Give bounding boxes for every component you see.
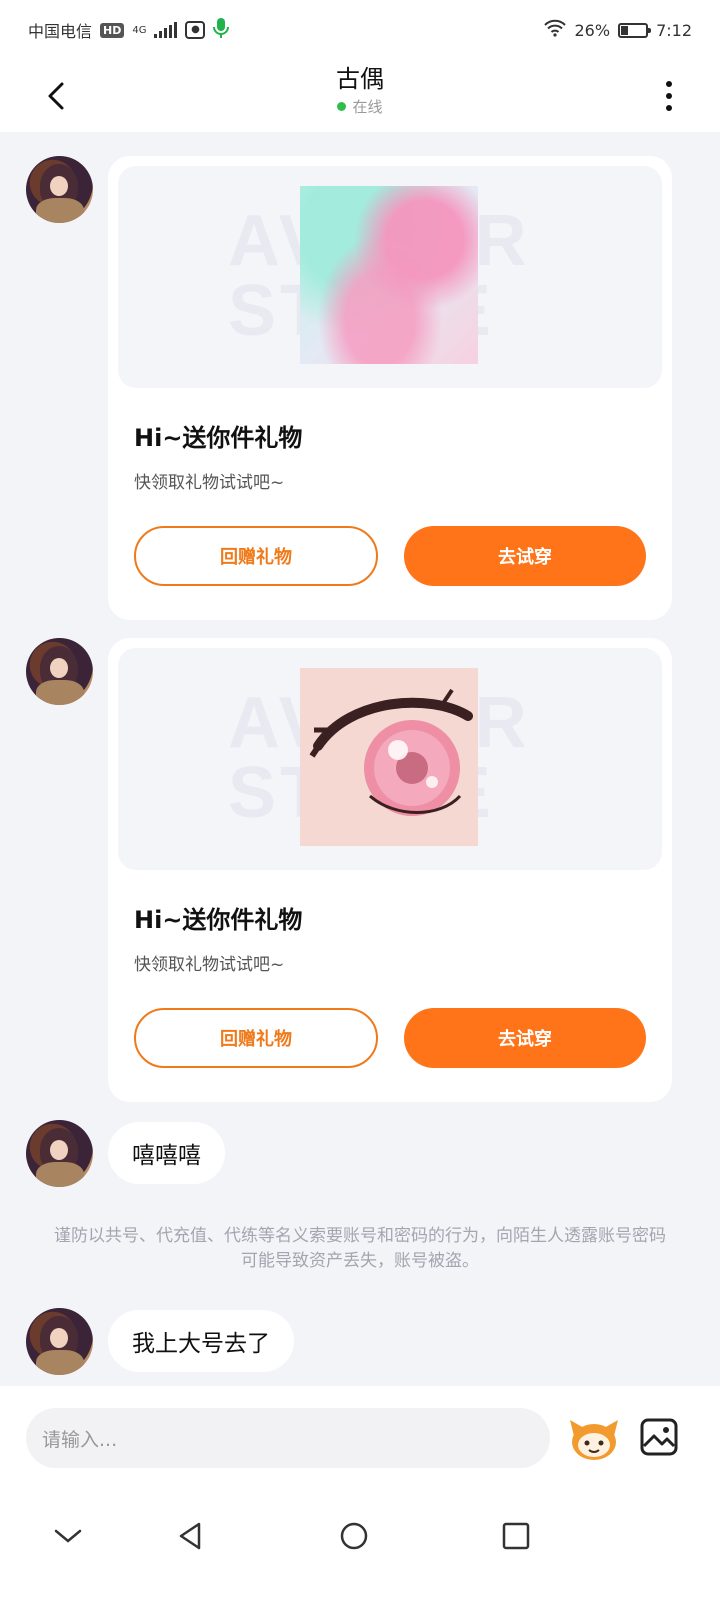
image-icon	[640, 1418, 678, 1456]
nav-recents-button[interactable]	[492, 1512, 540, 1560]
avatar-body	[36, 680, 84, 705]
more-options-button[interactable]	[654, 74, 684, 118]
battery-percent: 26%	[574, 20, 611, 40]
carrier-name: 中国电信	[28, 22, 93, 41]
avatar-face	[50, 1140, 68, 1160]
battery-icon	[618, 22, 652, 38]
status-bar: 中国电信 HD 4G ● 26% 7:12	[0, 0, 720, 60]
gift-image-gradient	[300, 186, 478, 364]
hd-badge: HD	[100, 22, 125, 38]
signal-icon	[154, 22, 178, 38]
return-gift-button[interactable]: 回赠礼物	[134, 1008, 378, 1068]
chat-title-group: 古偶 在线	[0, 64, 720, 117]
message-input[interactable]: 请输入...	[26, 1408, 550, 1468]
online-status-label: 在线	[352, 98, 383, 116]
gift-preview[interactable]: AVATAR STORE	[118, 648, 662, 870]
nav-hide-button[interactable]	[44, 1512, 92, 1560]
gift-title: Hi~送你件礼物	[134, 906, 303, 934]
clock: 7:12	[656, 20, 692, 40]
chat-title: 古偶	[336, 65, 384, 93]
avatar-body	[36, 198, 84, 223]
gift-title: Hi~送你件礼物	[134, 424, 303, 452]
circle-home-icon	[340, 1522, 368, 1550]
message-bubble[interactable]: 我上大号去了	[108, 1310, 294, 1372]
input-bar: 请输入...	[0, 1386, 720, 1490]
paw-app-icon: ●	[185, 21, 206, 39]
system-nav-bar	[0, 1490, 720, 1600]
sender-avatar[interactable]	[26, 1308, 93, 1375]
triangle-back-icon	[179, 1522, 201, 1550]
try-on-button[interactable]: 去试穿	[404, 526, 646, 586]
gift-card: AVATAR STORE Hi~送你件礼物 快领取礼物试试吧~ 回赠礼物 去试穿	[108, 156, 672, 620]
gift-card: AVATAR STORE Hi~送你件礼物 快领取礼物试试吧~ 回赠礼物 去试穿	[108, 638, 672, 1102]
network-type: 4G	[132, 24, 147, 36]
wifi-icon	[543, 19, 567, 41]
try-on-button[interactable]: 去试穿	[404, 1008, 646, 1068]
gift-preview[interactable]: AVATAR STORE	[118, 166, 662, 388]
avatar-face	[50, 658, 68, 678]
avatar-body	[36, 1162, 84, 1187]
sender-avatar[interactable]	[26, 1120, 93, 1187]
avatar-face	[50, 176, 68, 196]
nav-back-button[interactable]	[166, 1512, 214, 1560]
gift-image-eye	[300, 668, 478, 846]
safety-notice: 谨防以共号、代充值、代练等名义索要账号和密码的行为，向陌生人透露账号密码可能导致…	[54, 1226, 666, 1271]
more-dot	[666, 93, 672, 99]
chat-header: 古偶 在线	[0, 60, 720, 132]
online-status: 在线	[337, 96, 383, 117]
return-gift-button[interactable]: 回赠礼物	[134, 526, 378, 586]
gift-subtitle: 快领取礼物试试吧~	[134, 955, 285, 975]
anime-eye-icon	[309, 688, 473, 816]
status-left: 中国电信 HD 4G ●	[28, 17, 230, 43]
avatar-face	[50, 1328, 68, 1348]
chevron-down-icon	[54, 1529, 82, 1543]
square-recents-icon	[502, 1522, 530, 1550]
online-dot-icon	[337, 102, 347, 111]
image-button[interactable]	[640, 1418, 678, 1456]
more-vertical-icon	[666, 81, 672, 87]
nav-home-button[interactable]	[330, 1512, 378, 1560]
gift-subtitle: 快领取礼物试试吧~	[134, 473, 285, 493]
microphone-icon	[213, 17, 230, 43]
message-bubble[interactable]: 嘻嘻嘻	[108, 1122, 225, 1184]
emoji-button[interactable]	[568, 1414, 620, 1462]
sender-avatar[interactable]	[26, 638, 93, 705]
status-right: 26% 7:12	[543, 19, 692, 41]
more-dot	[666, 105, 672, 111]
mascot-emoji-icon	[570, 1420, 618, 1460]
sender-avatar[interactable]	[26, 156, 93, 223]
avatar-body	[36, 1350, 84, 1375]
